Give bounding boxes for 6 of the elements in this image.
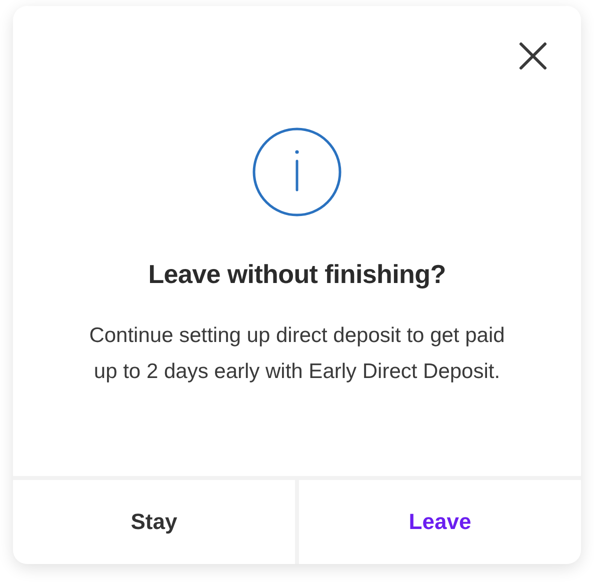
leave-button[interactable]: Leave: [299, 480, 581, 564]
close-icon: [518, 41, 548, 71]
stay-button[interactable]: Stay: [13, 480, 295, 564]
info-icon: [252, 127, 342, 217]
dialog-message: Continue setting up direct deposit to get paid up to 2 days early with Early Direct Deposit.: [88, 323, 506, 385]
dialog-title: Leave without finishing?: [148, 259, 446, 290]
